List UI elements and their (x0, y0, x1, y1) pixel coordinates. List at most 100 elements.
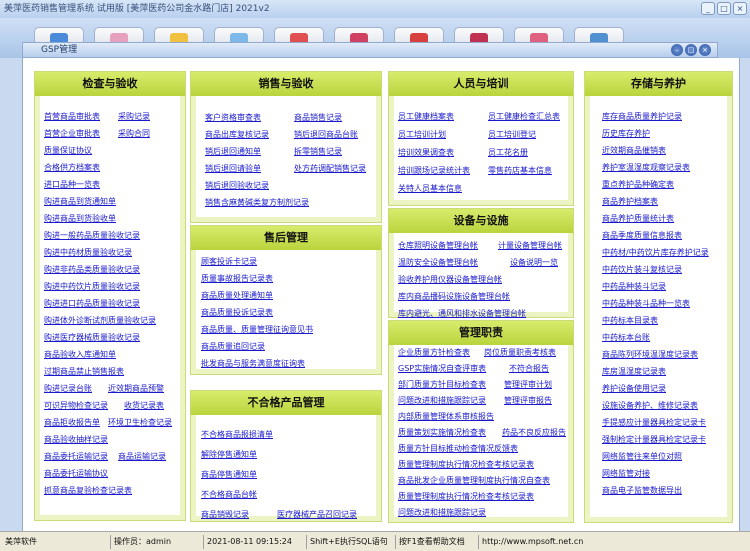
link-item[interactable]: 员工健康检查汇总表 (488, 111, 560, 122)
link-item[interactable]: 商品销毁记录 (201, 509, 249, 520)
link-item[interactable]: 员工花名册 (488, 147, 528, 158)
gsp-minimize-button[interactable]: – (671, 44, 683, 56)
link-item[interactable]: 不符合报告 (509, 363, 549, 374)
link-item[interactable]: 购进记录台账 (44, 383, 92, 394)
link-item[interactable]: 中药标本台账 (602, 332, 650, 343)
gsp-restore-button[interactable]: □ (685, 44, 697, 56)
link-item[interactable]: GSP实施情况自查评审表 (398, 363, 486, 374)
link-item[interactable]: 企业质量方针检查表 (398, 347, 470, 358)
link-item[interactable]: 首营商品审批表 (44, 111, 100, 122)
link-item[interactable]: 库内商品播码设施设备管理台帐 (398, 291, 510, 302)
link-item[interactable]: 近效期商品催销表 (602, 145, 666, 156)
link-item[interactable]: 质量策划实施情况检查表 (398, 427, 486, 438)
link-item[interactable]: 手提感应计量器具检定记录卡 (602, 417, 706, 428)
link-item[interactable]: 购进非药品类质量验收记录 (44, 264, 140, 275)
link-item[interactable]: 问题改进和措施跟踪记录 (398, 395, 486, 406)
link-item[interactable]: 员工健康档案表 (398, 111, 454, 122)
link-item[interactable]: 商品养护质量统计表 (602, 213, 674, 224)
link-item[interactable]: 顾客投诉卡记录 (201, 256, 257, 267)
link-item[interactable]: 商品委托运输记录 (44, 451, 108, 462)
link-item[interactable]: 培训效果调查表 (398, 147, 454, 158)
link-item[interactable]: 解除停售通知单 (201, 449, 257, 460)
link-item[interactable]: 进口品种一览表 (44, 179, 100, 190)
link-item[interactable]: 计量设备管理台帐 (498, 240, 562, 251)
link-item[interactable]: 商品验收抽样记录 (44, 434, 108, 445)
link-item[interactable]: 内部质量管理体系审核报告 (398, 411, 494, 422)
link-item[interactable]: 网络监管往来单位对照 (602, 451, 682, 462)
link-item[interactable]: 购进商品到货验收单 (44, 213, 116, 224)
link-item[interactable]: 商品陈列环境温湿度记录表 (602, 349, 698, 360)
link-item[interactable]: 质量管理制度执行情况检查考核记录表 (398, 491, 534, 502)
link-item[interactable]: 商品质量、质量管理征询意见书 (201, 324, 313, 335)
link-item[interactable]: 部门质量方针目标检查表 (398, 379, 486, 390)
close-button[interactable]: × (733, 2, 747, 15)
link-item[interactable]: 质量事故报告记录表 (201, 273, 273, 284)
link-item[interactable]: 温防安全设备管理台帐 (398, 257, 478, 268)
link-item[interactable]: 商品销售记录 (294, 112, 342, 123)
link-item[interactable]: 商品停售通知单 (201, 469, 257, 480)
link-item[interactable]: 采购合同 (118, 128, 150, 139)
link-item[interactable]: 销售含麻黄碱类复方制剂记录 (205, 197, 309, 208)
link-item[interactable]: 购进中药材质量验收记录 (44, 247, 132, 258)
link-item[interactable]: 中药材/中药饮片库存养护记录 (602, 247, 709, 258)
link-item[interactable]: 网络监管对接 (602, 468, 650, 479)
link-item[interactable]: 中药品种装斗品种一览表 (602, 298, 690, 309)
link-item[interactable]: 销后退回商品台账 (294, 129, 358, 140)
link-item[interactable]: 养护室温湿度观察记录表 (602, 162, 690, 173)
link-item[interactable]: 销后退回请验单 (205, 163, 261, 174)
link-item[interactable]: 批发商品与服务满意度征询表 (201, 358, 305, 369)
link-item[interactable]: 中药饮片装斗复核记录 (602, 264, 682, 275)
link-item[interactable]: 合格供方档案表 (44, 162, 100, 173)
link-item[interactable]: 客户资格审查表 (205, 112, 261, 123)
link-item[interactable]: 设备说明一览 (510, 257, 558, 268)
link-item[interactable]: 抓意商品复验检查记录表 (44, 485, 132, 496)
link-item[interactable]: 购进进口药品质量验收记录 (44, 298, 140, 309)
link-item[interactable]: 商品委托运输协议 (44, 468, 108, 479)
link-item[interactable]: 收货记录表 (124, 400, 164, 411)
link-item[interactable]: 不合格商品报损清单 (201, 429, 273, 440)
link-item[interactable]: 质量管理制度执行情况检查考核记录表 (398, 459, 534, 470)
link-item[interactable]: 购进一般药品质量验收记录 (44, 230, 140, 241)
link-item[interactable]: 环境卫生检查记录 (108, 417, 172, 428)
link-item[interactable]: 库内避光、通风和排水设备管理台帐 (398, 308, 526, 319)
link-item[interactable]: 仓库照明设备管理台帐 (398, 240, 478, 251)
link-item[interactable]: 拆零销售记录 (294, 146, 342, 157)
link-item[interactable]: 近效期商品预警 (108, 383, 164, 394)
link-item[interactable]: 养护设备使用记录 (602, 383, 666, 394)
link-item[interactable]: 商品季度质量信息报表 (602, 230, 682, 241)
maximize-button[interactable]: □ (717, 2, 731, 15)
link-item[interactable]: 商品拒收报告单 (44, 417, 100, 428)
link-item[interactable]: 销后退回通知单 (205, 146, 261, 157)
link-item[interactable]: 商品批发企业质量管理制度执行情况自查表 (398, 475, 550, 486)
link-item[interactable]: 历史库存养护 (602, 128, 650, 139)
link-item[interactable]: 过期商品禁止销售报表 (44, 366, 124, 377)
link-item[interactable]: 问题改进和措施跟踪记录 (398, 507, 486, 518)
link-item[interactable]: 员工培训登记 (488, 129, 536, 140)
status-website[interactable]: http://www.mpsoft.net.cn (478, 535, 748, 549)
link-item[interactable]: 商品验收入库通知单 (44, 349, 116, 360)
link-item[interactable]: 中药标本目录表 (602, 315, 658, 326)
link-item[interactable]: 管理评审计划 (504, 379, 552, 390)
link-item[interactable]: 零售药店基本信息 (488, 165, 552, 176)
link-item[interactable]: 培训跟场记录统计表 (398, 165, 470, 176)
link-item[interactable]: 购进中药饮片质量验收记录 (44, 281, 140, 292)
link-item[interactable]: 购进医疗器械质量验收记录 (44, 332, 140, 343)
minimize-button[interactable]: _ (701, 2, 715, 15)
link-item[interactable]: 处方药调配销售记录 (294, 163, 366, 174)
link-item[interactable]: 购进商品到货通知单 (44, 196, 116, 207)
link-item[interactable]: 购进体外诊断试剂质量验收记录 (44, 315, 156, 326)
link-item[interactable]: 可识异物检查记录 (44, 400, 108, 411)
link-item[interactable]: 设施设备养护、维修记录表 (602, 400, 698, 411)
link-item[interactable]: 销后退回验收记录 (205, 180, 269, 191)
link-item[interactable]: 医疗器械产品召回记录 (277, 509, 357, 520)
link-item[interactable]: 商品运输记录 (118, 451, 166, 462)
link-item[interactable]: 商品质量处理通知单 (201, 290, 273, 301)
link-item[interactable]: 首营企业审批表 (44, 128, 100, 139)
link-item[interactable]: 员工培训计划 (398, 129, 446, 140)
link-item[interactable]: 不合格商品台帐 (201, 489, 257, 500)
link-item[interactable]: 库存商品质量养护记录 (602, 111, 682, 122)
link-item[interactable]: 管理评审报告 (504, 395, 552, 406)
link-item[interactable]: 强制检定计量器具检定记录卡 (602, 434, 706, 445)
link-item[interactable]: 中药品种装斗记录 (602, 281, 666, 292)
link-item[interactable]: 商品质量投诉记录表 (201, 307, 273, 318)
